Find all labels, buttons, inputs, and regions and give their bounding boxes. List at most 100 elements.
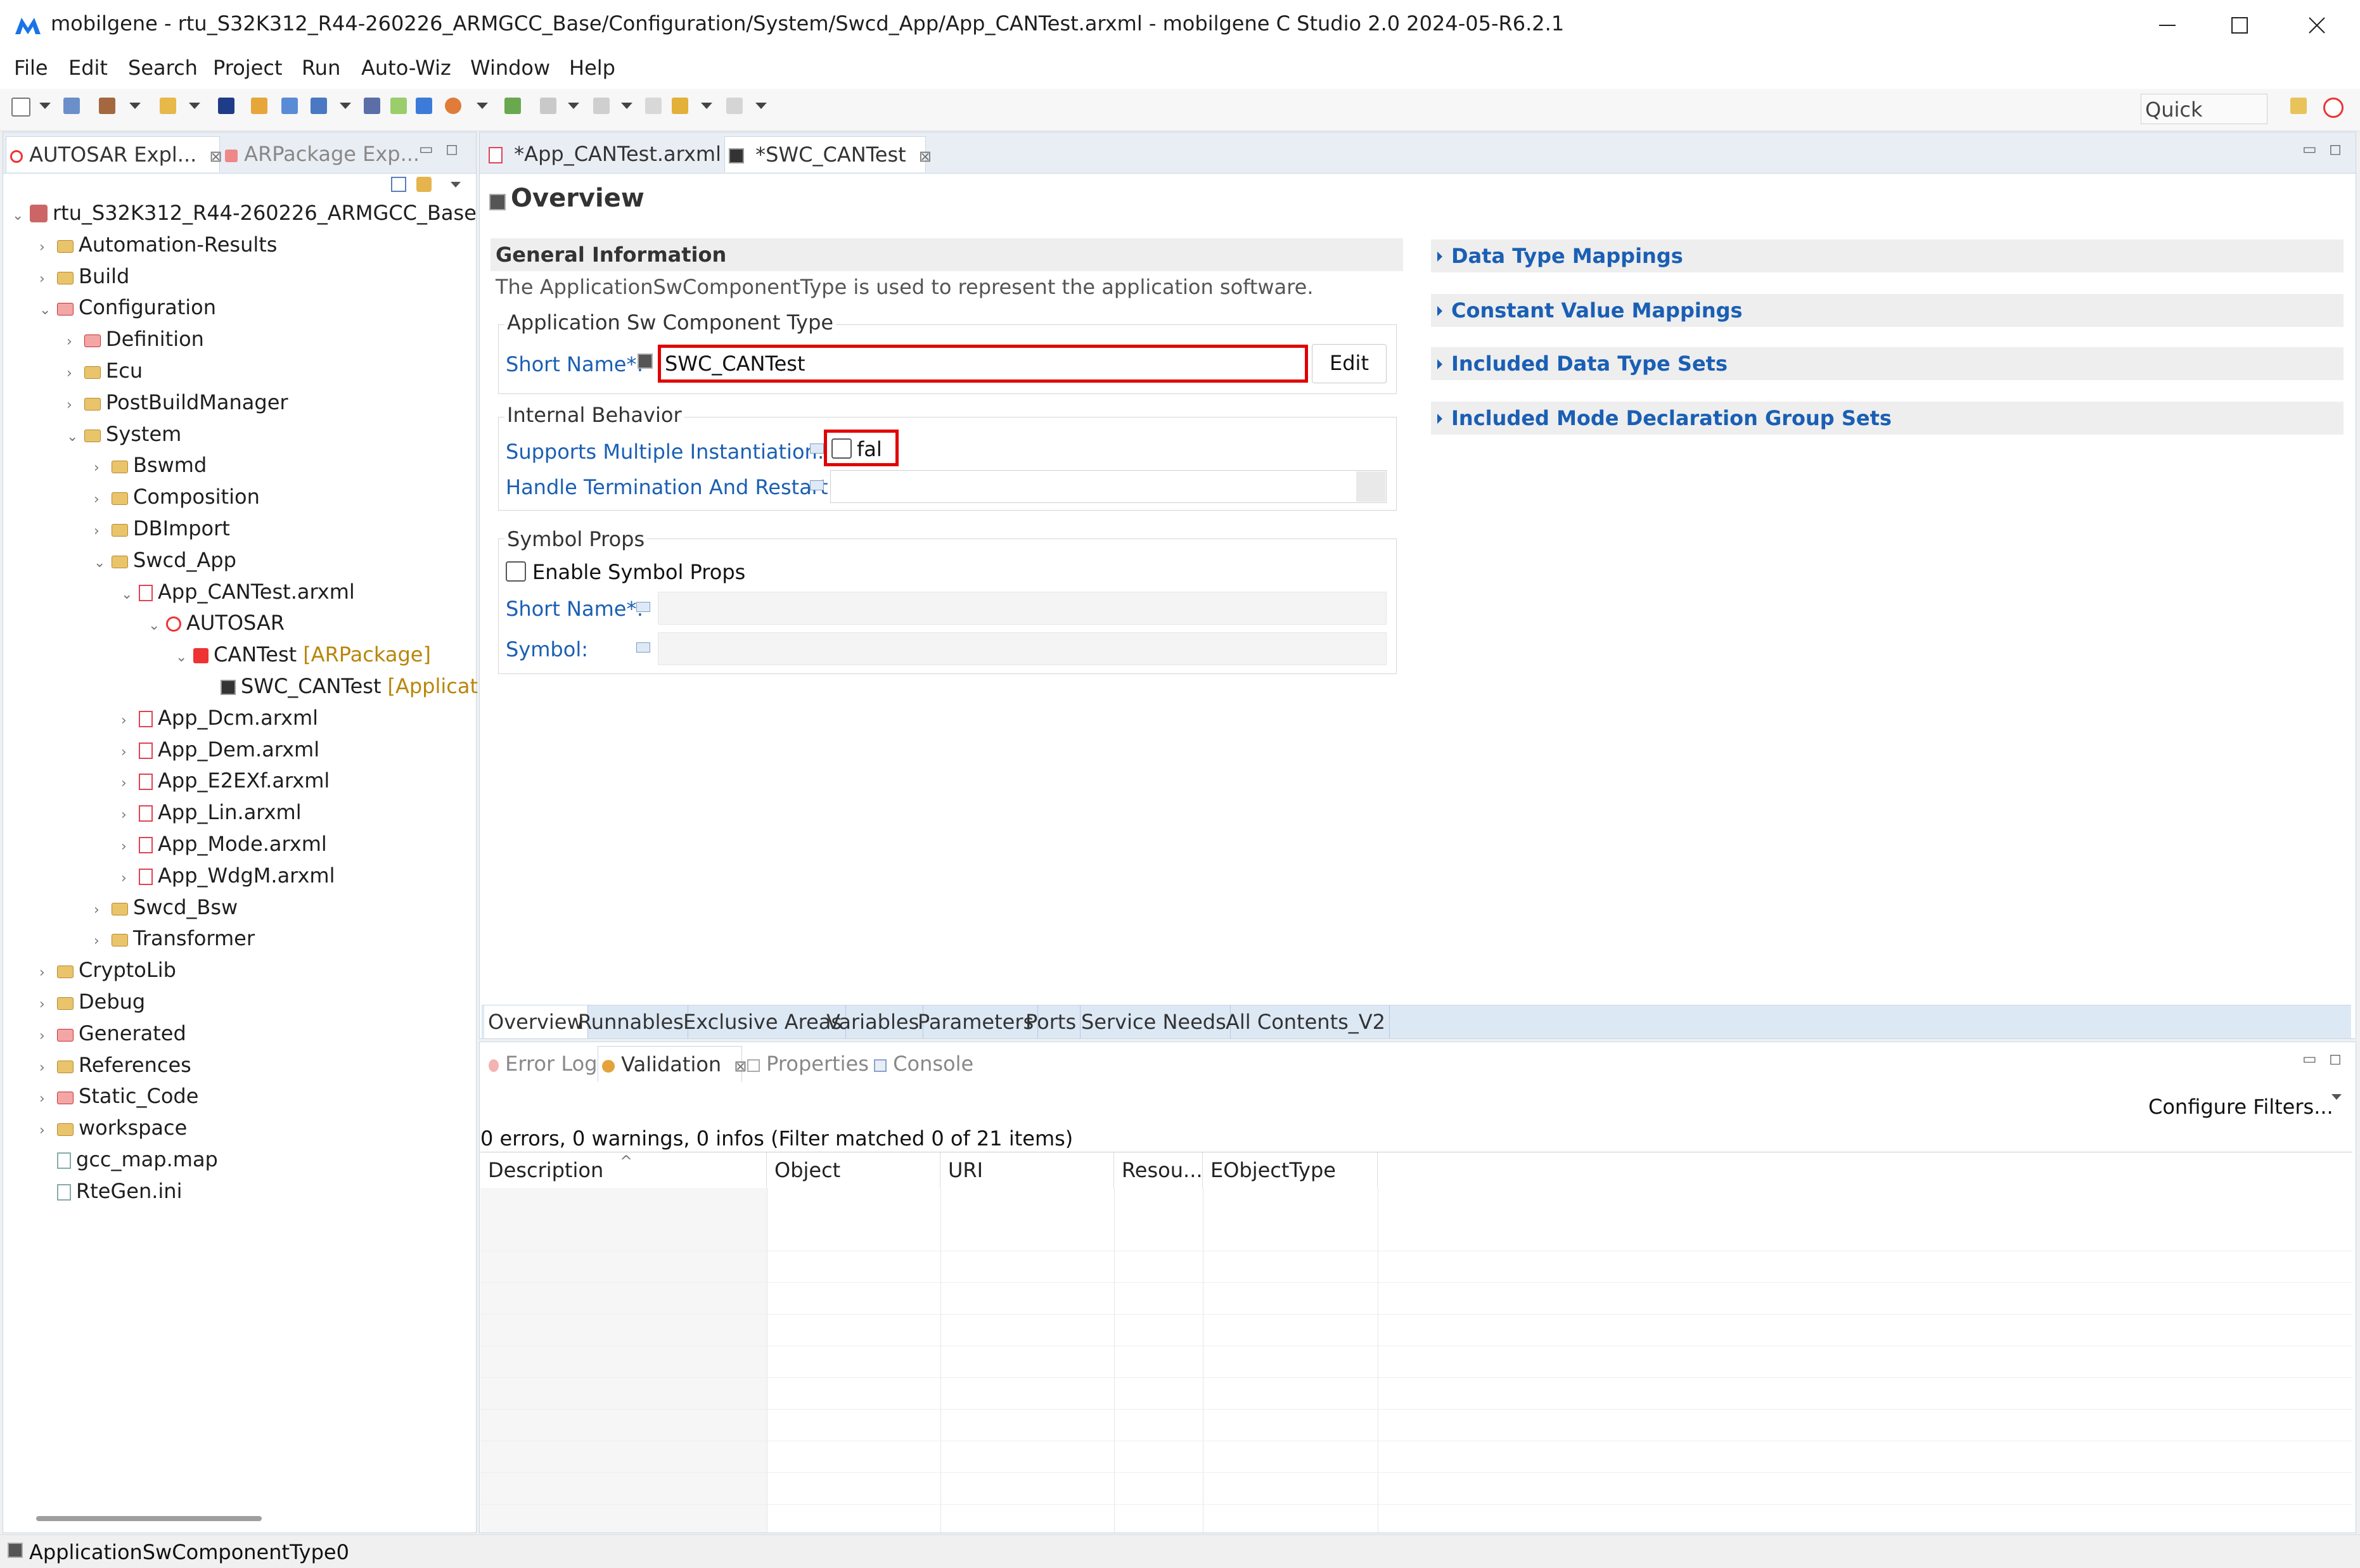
menu-run[interactable]: Run: [302, 56, 340, 80]
chevron-right-icon[interactable]: ›: [94, 484, 112, 516]
tab-parameters[interactable]: Parameters: [914, 1005, 1039, 1038]
chevron-right-icon[interactable]: ›: [94, 926, 112, 957]
build-dropdown-icon[interactable]: [129, 103, 141, 109]
chevron-down-icon[interactable]: ⌄: [12, 200, 30, 232]
chevron-right-icon[interactable]: ›: [67, 358, 84, 390]
handle-termination-combo[interactable]: [830, 470, 1387, 503]
chevron-down-icon[interactable]: ⌄: [94, 547, 112, 579]
tab-service-needs[interactable]: Service Needs: [1077, 1005, 1231, 1038]
maximize-view-icon[interactable]: ◻: [2329, 1050, 2342, 1068]
tree-item[interactable]: RteGen.ini: [39, 1175, 182, 1207]
included-mode-declaration-group-sets-section[interactable]: Included Mode Declaration Group Sets: [1431, 402, 2344, 435]
close-button[interactable]: [2279, 0, 2355, 51]
minimize-editor-icon[interactable]: ▭: [2302, 140, 2317, 158]
tree-item[interactable]: › Debug: [39, 986, 145, 1017]
tree-item[interactable]: › App_WdgM.arxml: [121, 860, 335, 891]
tab-properties[interactable]: Properties: [743, 1046, 874, 1081]
generate-icon[interactable]: [160, 98, 176, 114]
chevron-right-icon[interactable]: ›: [94, 452, 112, 484]
menu-file[interactable]: File: [14, 56, 48, 80]
menu-project[interactable]: Project: [213, 56, 282, 80]
menu-help[interactable]: Help: [569, 56, 615, 80]
menu-window[interactable]: Window: [470, 56, 550, 80]
maximize-editor-icon[interactable]: ◻: [2329, 140, 2342, 158]
menu-auto-wiz[interactable]: Auto-Wiz: [361, 56, 451, 80]
tab-variables[interactable]: Variables: [823, 1005, 924, 1038]
tree-item[interactable]: › PostBuildManager: [67, 386, 288, 418]
symbol-short-name-label[interactable]: Short Name*:: [506, 597, 643, 621]
column-description[interactable]: Description ^: [480, 1152, 767, 1188]
tree-item[interactable]: › Build: [39, 260, 129, 292]
configure-filters-link[interactable]: Configure Filters...: [2148, 1095, 2333, 1119]
supports-multiple-instantiation-checkbox[interactable]: [831, 438, 852, 459]
history-icon[interactable]: [540, 98, 556, 114]
chevron-right-icon[interactable]: ›: [121, 768, 139, 800]
chevron-right-icon[interactable]: ›: [94, 516, 112, 547]
import-dropdown-icon[interactable]: [340, 103, 351, 109]
chevron-right-icon[interactable]: ›: [39, 232, 57, 264]
tab-arpackage-explorer[interactable]: ARPackage Exp...: [221, 136, 420, 172]
maximize-button[interactable]: [2202, 0, 2278, 51]
chevron-right-icon[interactable]: ›: [121, 831, 139, 863]
back-dropdown-icon[interactable]: [701, 103, 712, 109]
new-dropdown-icon[interactable]: [39, 103, 51, 109]
chevron-down-icon[interactable]: ⌄: [121, 579, 139, 611]
chevron-right-icon[interactable]: ›: [94, 895, 112, 926]
chevron-right-icon[interactable]: ›: [39, 264, 57, 295]
wizard-icon[interactable]: [251, 98, 267, 114]
view-menu-icon[interactable]: [451, 182, 461, 188]
short-name-input[interactable]: SWC_CANTest: [658, 345, 1308, 383]
chevron-right-icon[interactable]: ›: [121, 800, 139, 831]
minimize-button[interactable]: [2129, 0, 2205, 51]
chevron-right-icon[interactable]: ›: [67, 390, 84, 421]
combo-dropdown-button[interactable]: [1356, 471, 1385, 502]
chevron-down-icon[interactable]: ⌄: [67, 421, 84, 453]
collapse-all-icon[interactable]: [391, 177, 406, 192]
tree-item[interactable]: › Composition: [94, 481, 260, 513]
tree-item[interactable]: ⌄ Configuration: [39, 291, 216, 323]
autosar-perspective-icon[interactable]: [2323, 98, 2344, 118]
column-object[interactable]: Object: [767, 1152, 940, 1188]
tab-all-contents-v2[interactable]: All Contents_V2: [1222, 1005, 1390, 1038]
column-uri[interactable]: URI: [940, 1152, 1114, 1188]
chevron-down-icon[interactable]: ⌄: [176, 642, 193, 673]
chevron-right-icon[interactable]: ›: [39, 989, 57, 1021]
symbol-short-name-input[interactable]: [658, 592, 1387, 625]
tree-item[interactable]: › Automation-Results: [39, 229, 277, 260]
forward-icon[interactable]: [726, 98, 743, 114]
tree-item[interactable]: › References: [39, 1049, 191, 1081]
new-icon[interactable]: [11, 98, 30, 117]
tree-item[interactable]: › Definition: [67, 323, 204, 355]
tree-item[interactable]: › Transformer: [94, 922, 255, 954]
tool-icon[interactable]: [416, 98, 432, 114]
tree-item[interactable]: ⌄ AUTOSAR: [148, 607, 285, 639]
included-data-type-sets-section[interactable]: Included Data Type Sets: [1431, 347, 2344, 380]
link-with-editor-icon[interactable]: [416, 177, 432, 192]
symbol-label[interactable]: Symbol:: [506, 637, 588, 661]
supports-multiple-instantiation-label[interactable]: Supports Multiple Instantiation:: [506, 440, 824, 464]
short-name-label[interactable]: Short Name*:: [506, 352, 643, 376]
chevron-right-icon[interactable]: ›: [39, 1052, 57, 1084]
tree-item[interactable]: ⌄ App_CANTest.arxml: [121, 576, 355, 608]
menu-search[interactable]: Search: [128, 56, 198, 80]
tree-item[interactable]: › Generated: [39, 1017, 186, 1049]
maximize-view-icon[interactable]: ◻: [446, 140, 458, 158]
handle-termination-label[interactable]: Handle Termination And Restart:: [506, 475, 835, 499]
chart-icon[interactable]: [281, 98, 298, 114]
forward-dropdown-icon[interactable]: [755, 103, 767, 109]
tree-item[interactable]: ⌄ CANTest [ARPackage]: [176, 639, 431, 670]
tab-exclusive-areas[interactable]: Exclusive Areas: [679, 1005, 847, 1038]
data-type-mappings-section[interactable]: Data Type Mappings: [1431, 239, 2344, 272]
chevron-right-icon[interactable]: ›: [39, 1115, 57, 1147]
edit-button[interactable]: Edit: [1312, 344, 1387, 383]
symbol-input[interactable]: [658, 632, 1387, 665]
close-tab-icon[interactable]: ⊠: [919, 148, 932, 165]
tree-item[interactable]: › App_E2EXf.arxml: [121, 765, 330, 796]
tree-item[interactable]: ⌄ System: [67, 418, 181, 450]
tab-validation[interactable]: Validation ⊠: [598, 1046, 747, 1082]
terminal-icon[interactable]: [218, 98, 234, 114]
tree-item[interactable]: › DBImport: [94, 513, 230, 544]
tree-item[interactable]: › App_Dem.arxml: [121, 734, 319, 765]
enable-symbol-props-checkbox[interactable]: [506, 561, 526, 582]
tab-error-log[interactable]: Error Log: [485, 1046, 601, 1081]
